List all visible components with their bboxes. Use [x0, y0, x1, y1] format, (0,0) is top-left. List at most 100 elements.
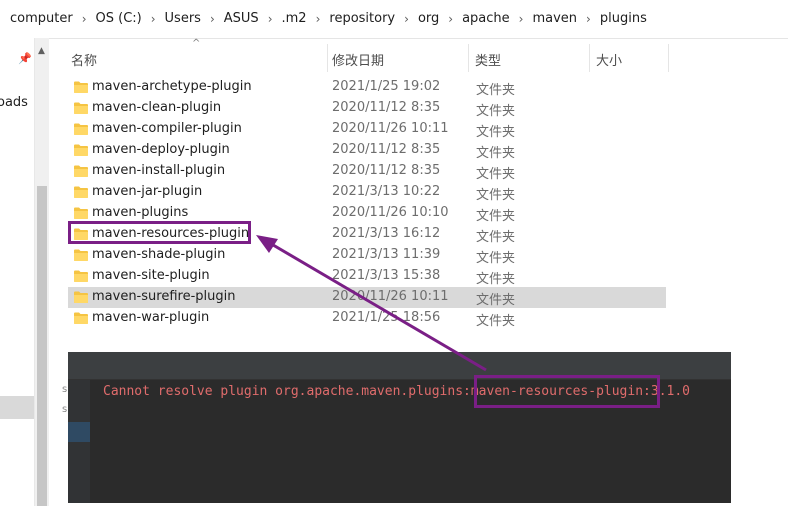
breadcrumb-repository[interactable]: repository [329, 11, 395, 26]
file-type: 文件夹 [476, 188, 516, 203]
file-date: 2020/11/26 10:10 [332, 205, 449, 220]
chevron-right-icon[interactable]: › [151, 12, 156, 26]
file-type: 文件夹 [476, 230, 516, 245]
folder-icon [74, 291, 88, 303]
breadcrumb-org[interactable]: org [418, 11, 439, 26]
file-date: 2020/11/12 8:35 [332, 163, 441, 178]
chevron-right-icon[interactable]: › [586, 12, 591, 26]
file-date: 2020/11/12 8:35 [332, 142, 441, 157]
column-type[interactable]: 类型 [475, 50, 501, 69]
breadcrumb-users[interactable]: Users [165, 11, 201, 26]
list-item[interactable]: maven-war-plugin 2021/1/25 18:56 文件夹 [68, 308, 666, 329]
scroll-up-icon[interactable]: ▲ [38, 46, 45, 56]
chevron-right-icon[interactable]: › [404, 12, 409, 26]
file-type: 文件夹 [476, 272, 516, 287]
sort-ascending-icon: ^ [192, 38, 201, 49]
breadcrumb: computer › OS (C:) › Users › ASUS › .m2 › reposito… [10, 11, 647, 29]
list-item[interactable]: maven-jar-plugin 2021/3/13 10:22 文件夹 [68, 182, 666, 203]
chevron-right-icon[interactable]: › [316, 12, 321, 26]
folder-icon [74, 123, 88, 135]
navigation-pane[interactable]: 📌 oads [0, 38, 34, 506]
column-header: ^ 名称 修改日期 类型 大小 [66, 38, 676, 72]
file-name: maven-clean-plugin [92, 100, 222, 115]
file-date: 2021/3/13 11:39 [332, 247, 441, 262]
file-date: 2021/3/13 10:22 [332, 184, 441, 199]
column-divider[interactable] [589, 44, 590, 72]
nav-item-selected[interactable] [0, 396, 34, 419]
file-date: 2021/3/13 16:12 [332, 226, 441, 241]
gutter-glyph: s [62, 384, 68, 395]
ide-error-panel: Cannot resolve plugin org.apache.maven.p… [68, 352, 731, 503]
list-item[interactable]: maven-compiler-plugin 2020/11/26 10:11 文… [68, 119, 666, 140]
list-item[interactable]: maven-site-plugin 2021/3/13 15:38 文件夹 [68, 266, 666, 287]
list-item-hovered[interactable]: maven-surefire-plugin 2020/11/26 10:11 文… [68, 287, 666, 308]
column-size[interactable]: 大小 [596, 50, 622, 69]
list-item[interactable]: maven-shade-plugin 2021/3/13 11:39 文件夹 [68, 245, 666, 266]
file-date: 2020/11/26 10:11 [332, 121, 449, 136]
file-name: maven-compiler-plugin [92, 121, 242, 136]
folder-icon [74, 312, 88, 324]
file-type: 文件夹 [476, 146, 516, 161]
folder-icon [74, 270, 88, 282]
breadcrumb-computer[interactable]: computer [10, 11, 73, 26]
column-divider[interactable] [327, 44, 328, 72]
list-item[interactable]: maven-clean-plugin 2020/11/12 8:35 文件夹 [68, 98, 666, 119]
chevron-right-icon[interactable]: › [268, 12, 273, 26]
chevron-right-icon[interactable]: › [210, 12, 215, 26]
folder-icon [74, 249, 88, 261]
folder-icon [74, 186, 88, 198]
file-name: maven-deploy-plugin [92, 142, 230, 157]
file-date: 2021/1/25 19:02 [332, 79, 441, 94]
file-name: maven-jar-plugin [92, 184, 203, 199]
column-date[interactable]: 修改日期 [332, 50, 384, 69]
file-type: 文件夹 [476, 293, 516, 308]
folder-icon [74, 144, 88, 156]
pin-icon[interactable]: 📌 [18, 52, 32, 65]
chevron-right-icon[interactable]: › [519, 12, 524, 26]
breadcrumb-plugins[interactable]: plugins [600, 11, 647, 26]
file-name: maven-surefire-plugin [92, 289, 236, 304]
nav-item-downloads[interactable]: oads [0, 95, 28, 110]
folder-icon [74, 81, 88, 93]
file-type: 文件夹 [476, 83, 516, 98]
folder-icon [74, 207, 88, 219]
column-name[interactable]: 名称 [71, 50, 97, 69]
chevron-right-icon[interactable]: › [448, 12, 453, 26]
file-type: 文件夹 [476, 167, 516, 182]
chevron-right-icon[interactable]: › [82, 12, 87, 26]
file-date: 2021/1/25 18:56 [332, 310, 441, 325]
file-date: 2021/3/13 15:38 [332, 268, 441, 283]
file-name: maven-plugins [92, 205, 189, 220]
file-date: 2020/11/12 8:35 [332, 100, 441, 115]
gutter-glyph: s [62, 404, 68, 415]
annotation-highlight-box [68, 221, 251, 244]
breadcrumb-apache[interactable]: apache [462, 11, 510, 26]
column-divider[interactable] [468, 44, 469, 72]
file-name: maven-shade-plugin [92, 247, 226, 262]
address-bar[interactable]: computer › OS (C:) › Users › ASUS › .m2 › reposito… [0, 0, 788, 39]
file-type: 文件夹 [476, 209, 516, 224]
ide-gutter [68, 380, 90, 503]
list-item[interactable]: maven-deploy-plugin 2020/11/12 8:35 文件夹 [68, 140, 666, 161]
file-name: maven-war-plugin [92, 310, 210, 325]
scrollbar-thumb[interactable] [37, 186, 47, 506]
nav-scrollbar[interactable]: ▲ [34, 38, 49, 506]
file-type: 文件夹 [476, 314, 516, 329]
file-type: 文件夹 [476, 104, 516, 119]
breadcrumb-m2[interactable]: .m2 [282, 11, 307, 26]
breadcrumb-maven[interactable]: maven [532, 11, 577, 26]
breadcrumb-os-c[interactable]: OS (C:) [96, 11, 142, 26]
folder-icon [74, 102, 88, 114]
file-date: 2020/11/26 10:11 [332, 289, 449, 304]
folder-icon [74, 165, 88, 177]
list-item[interactable]: maven-archetype-plugin 2021/1/25 19:02 文… [68, 77, 666, 98]
list-item[interactable]: maven-install-plugin 2020/11/12 8:35 文件夹 [68, 161, 666, 182]
file-type: 文件夹 [476, 251, 516, 266]
column-divider[interactable] [668, 44, 669, 72]
breadcrumb-asus[interactable]: ASUS [224, 11, 259, 26]
gutter-selection [68, 422, 90, 442]
file-type: 文件夹 [476, 125, 516, 140]
file-name: maven-install-plugin [92, 163, 226, 178]
file-name: maven-archetype-plugin [92, 79, 252, 94]
annotation-highlight-box [474, 375, 660, 408]
